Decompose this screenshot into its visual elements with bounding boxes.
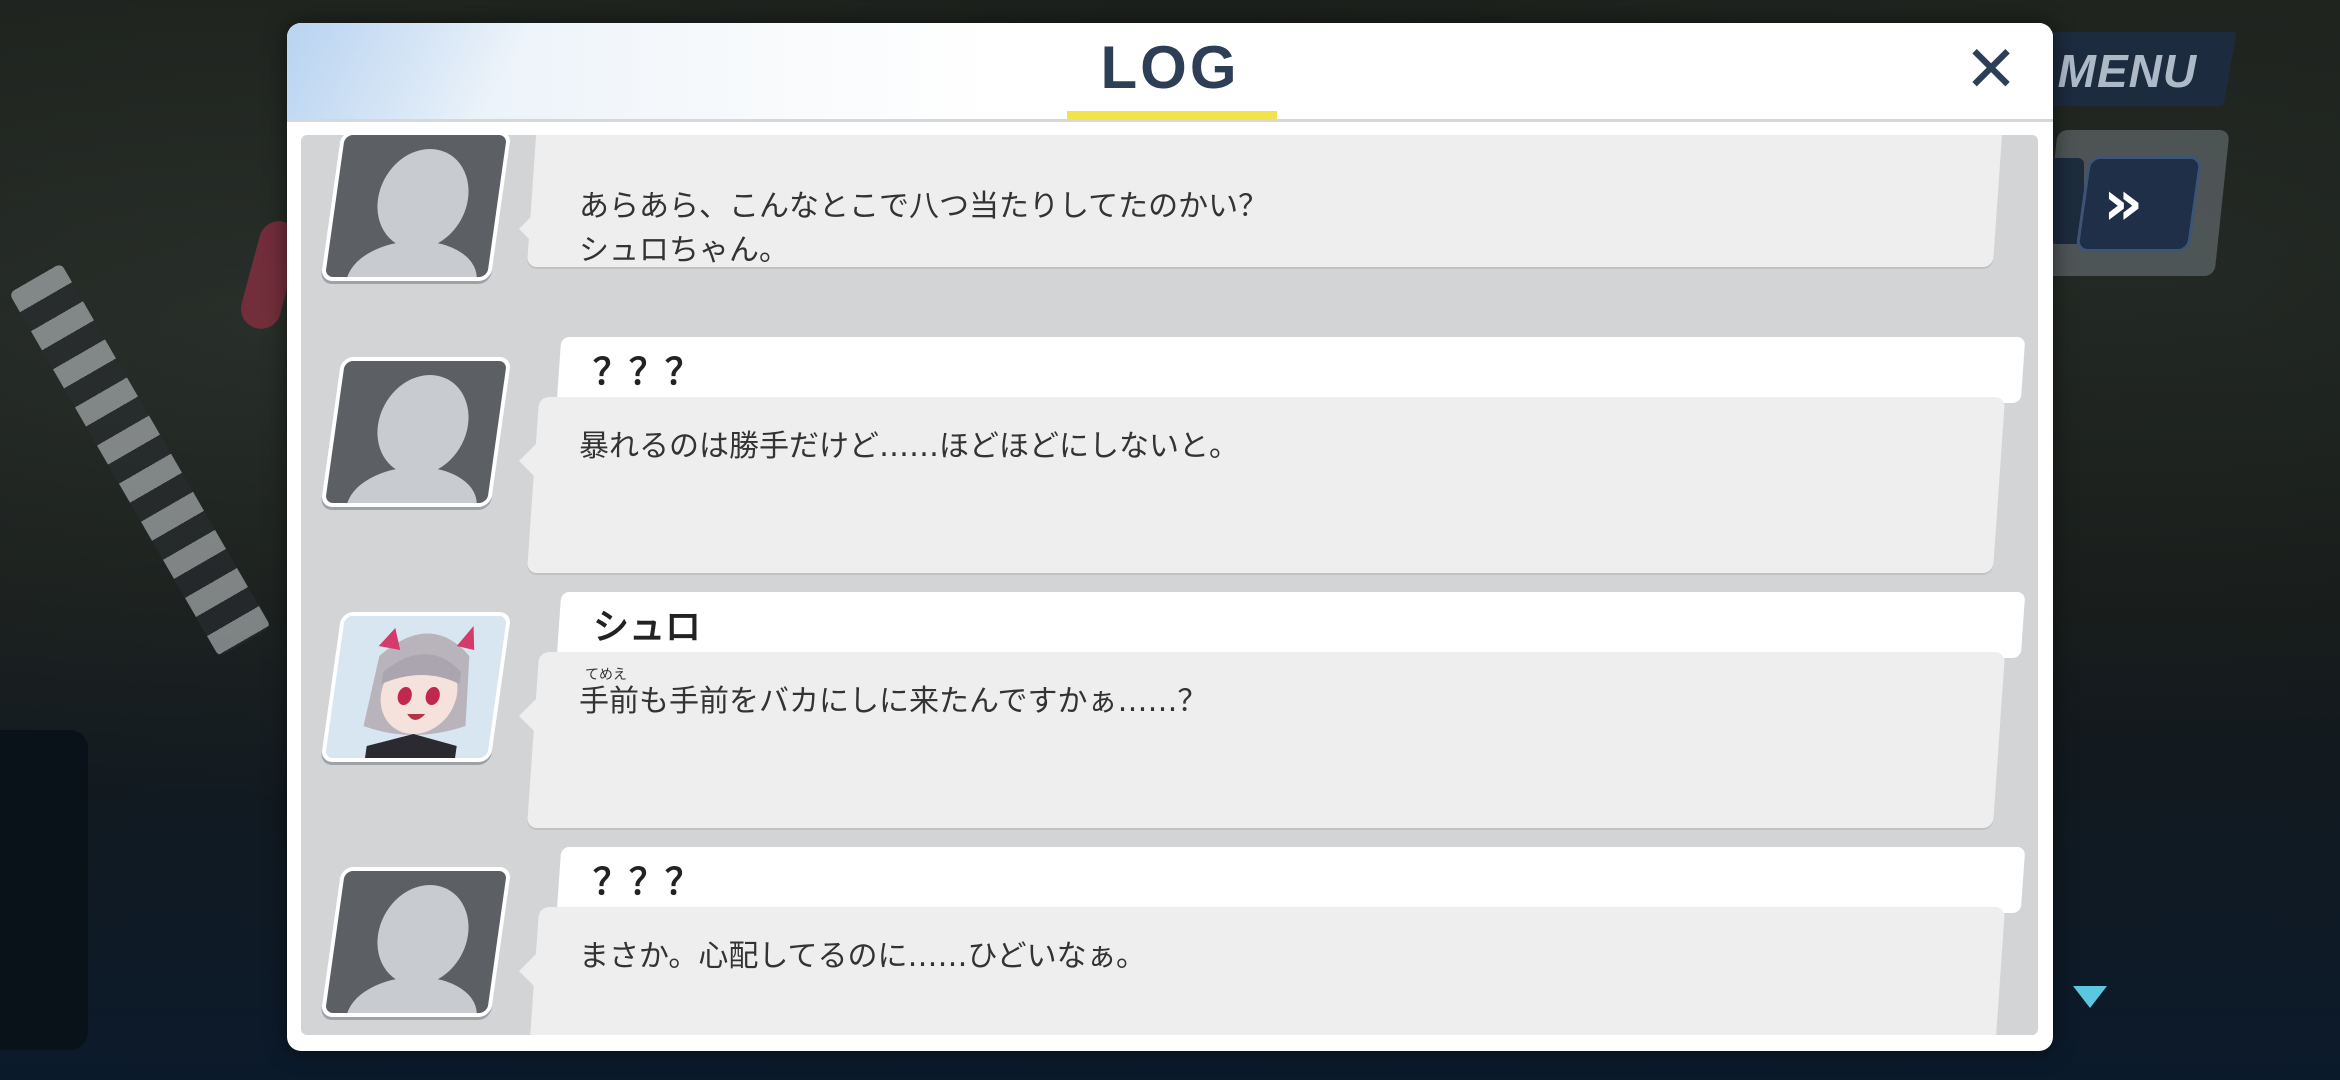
bubble-pointer [519,207,541,251]
message-line: まさか。心配してるのに……ひどいなぁ。 [579,939,1146,974]
avatar [320,867,512,1017]
title-underline [1067,111,1277,119]
speaker-name: ？？？ [593,862,702,903]
bubble-pointer [519,439,541,483]
name-plate [556,592,2026,658]
silhouette-icon [320,357,512,507]
speaker-name: ？？？ [593,352,702,393]
log-modal: LOG ✕ あらあら、こんなとこで八つ当たりしてたのかい？ シュロちゃん。 ？？… [287,23,2053,1051]
silhouette-icon [320,867,512,1017]
background-left-panel [0,730,88,1050]
log-entry: シュロ てめえ 手前も手前をバカにしに来たんですかぁ……？ [301,592,2038,842]
message-line: 暴れるのは勝手だけど……ほどほどにしないと。 [579,429,1239,464]
log-list[interactable]: あらあら、こんなとこで八つ当たりしてたのかい？ シュロちゃん。 ？？？ 暴れるの… [301,135,2038,1035]
fast-forward-icon: » [2103,166,2144,239]
bubble-pointer [519,949,541,993]
silhouette-icon [320,135,512,281]
log-header: LOG ✕ [287,23,2053,122]
speaker-name: シュロ [593,607,702,648]
avatar [320,612,512,762]
name-plate [556,337,2026,403]
avatar [320,357,512,507]
close-icon[interactable]: ✕ [1957,37,2025,105]
name-plate [556,847,2026,913]
triangle-down-icon [2073,986,2107,1008]
menu-button[interactable]: MENU [2023,32,2237,106]
log-entry: あらあら、こんなとこで八つ当たりしてたのかい？ シュロちゃん。 [301,135,2038,281]
log-title: LOG [1100,34,1240,101]
menu-label: MENU [2057,45,2198,97]
message-line: 手前も手前をバカにしに来たんですかぁ……？ [579,684,1208,719]
message-line: シュロちゃん。 [579,233,789,268]
bubble-pointer [519,694,541,738]
avatar [320,135,512,281]
fast-forward-button[interactable]: » [2075,156,2203,252]
log-entry: ？？？ まさか。心配してるのに……ひどいなぁ。 [301,847,2038,1035]
character-portrait-icon [320,612,512,762]
log-entry: ？？？ 暴れるのは勝手だけど……ほどほどにしないと。 [301,337,2038,587]
message-line: あらあら、こんなとこで八つ当たりしてたのかい？ [579,189,1269,224]
